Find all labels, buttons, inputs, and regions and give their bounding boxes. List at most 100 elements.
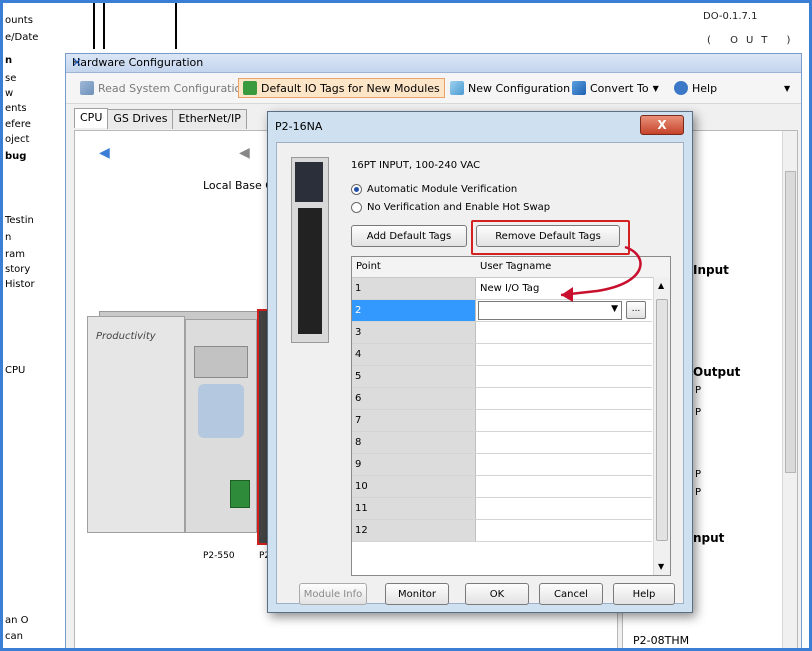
tab-ethernet-ip[interactable]: EtherNet/IP [172,109,247,129]
read-system-label: Read System Configuration [98,81,249,95]
cancel-button[interactable]: Cancel [539,583,603,605]
scrollbar-thumb[interactable] [785,171,796,473]
bg-left-item: ram [5,249,25,260]
chevron-down-icon[interactable]: ▼ [611,304,618,314]
dialog-body: 16PT INPUT, 100-240 VAC Automatic Module… [276,142,684,605]
convert-icon [572,81,586,95]
bg-left-item: w [5,88,14,99]
ladder-rail [175,3,177,49]
table-row[interactable]: 1 New I/O Tag [352,278,652,300]
cpu-module[interactable] [185,319,257,533]
bg-left-item: se [5,73,17,84]
table-row[interactable]: 7 [352,410,652,432]
scroll-down-icon[interactable]: ▼ [658,562,664,571]
point-cell: 2 [352,300,476,321]
ok-button[interactable]: OK [465,583,529,605]
tagname-cell[interactable] [478,498,650,519]
col-point-header: Point [356,261,381,272]
tagname-cell[interactable] [478,476,650,497]
module-info-button[interactable]: Module Info [299,583,367,605]
radio-no-verify[interactable]: No Verification and Enable Hot Swap [351,202,550,213]
table-row[interactable]: 11 [352,498,652,520]
point-cell: 11 [352,498,476,519]
green-connector [230,480,250,508]
input-group-label: Input [693,263,729,277]
new-configuration-button[interactable]: New Configuration [450,79,570,97]
module-image [291,157,329,343]
hw-close-button[interactable]: × [72,55,793,69]
ladder-rail [103,3,105,49]
module-item[interactable]: P [695,487,701,498]
tagname-cell[interactable] [478,520,650,541]
module-item[interactable]: P [695,407,701,418]
scrollbar-thumb[interactable] [656,299,668,541]
module-item-p2-08thm[interactable]: P2-08THM [633,634,689,647]
point-cell: 6 [352,388,476,409]
background-ladder-area: DO-0.1.7.1 ( OUT ) [63,3,809,49]
hw-toolbar: Read System Configuration Default IO Tag… [66,73,801,104]
convert-to-button[interactable]: Convert To ▼ [572,79,659,97]
module-terminal-block [298,208,322,334]
table-row[interactable]: 3 [352,322,652,344]
new-config-label: New Configuration [468,81,571,95]
power-supply-module[interactable]: Productivity [87,316,185,533]
module-config-dialog: P2-16NA X 16PT INPUT, 100-240 VAC Automa… [267,111,693,613]
tagname-cell[interactable] [478,344,650,365]
arrow-left-icon[interactable]: ◀ [239,145,250,161]
tagname-cell[interactable] [478,366,650,387]
tagname-cell[interactable] [478,410,650,431]
radio-selected-icon [351,184,362,195]
output-group-label: Output [693,365,741,379]
tagname-cell[interactable]: New I/O Tag [478,278,650,299]
bg-left-item: oject [5,134,30,145]
bg-left-item: can [5,631,23,642]
tagname-cell[interactable] [478,322,650,343]
table-row[interactable]: 8 [352,432,652,454]
grid-scrollbar[interactable]: ▲ ▼ [653,277,670,575]
default-io-tags-button[interactable]: Default IO Tags for New Modules [238,78,445,98]
table-row[interactable]: 4 [352,344,652,366]
table-row[interactable]: 6 [352,388,652,410]
module-item[interactable]: P [695,385,701,396]
tab-gs-drives[interactable]: GS Drives [107,109,174,129]
toolbar-overflow-icon[interactable]: ▼ [784,79,790,97]
point-cell: 3 [352,322,476,343]
help-button-dialog[interactable]: Help [613,583,675,605]
help-button[interactable]: Help [674,79,717,97]
bg-left-item: story [5,264,31,275]
point-cell: 10 [352,476,476,497]
arrow-left-icon[interactable]: ◀ [99,145,110,161]
module-description: 16PT INPUT, 100-240 VAC [351,160,481,171]
bg-left-item: e/Date [5,32,39,43]
chevron-down-icon: ▼ [652,83,659,93]
default-io-label: Default IO Tags for New Modules [261,81,440,95]
module-label: P2-550 [203,551,235,561]
radio-unselected-icon [351,202,362,213]
dialog-close-button[interactable]: X [640,115,684,135]
add-default-tags-button[interactable]: Add Default Tags [351,225,467,247]
bg-left-item: n [5,55,13,66]
remove-default-tags-button[interactable]: Remove Default Tags [476,225,620,247]
browse-ellipsis-button[interactable]: ... [626,301,646,319]
point-cell: 12 [352,520,476,541]
read-system-icon [80,81,94,95]
bg-output-coil: ( OUT ) [707,35,799,46]
table-row[interactable]: 9 [352,454,652,476]
table-row[interactable]: 10 [352,476,652,498]
module-item[interactable]: P [695,469,701,480]
right-panel-scrollbar[interactable] [782,131,797,648]
table-row[interactable]: 12 [352,520,652,542]
monitor-button[interactable]: Monitor [385,583,449,605]
table-row[interactable]: 5 [352,366,652,388]
tagname-combobox[interactable]: ▼ [478,301,622,320]
radio-auto-verify[interactable]: Automatic Module Verification [351,184,517,195]
dialog-title-bar: P2-16NA X [268,112,692,140]
hw-title-bar: Hardware Configuration × [66,54,801,73]
table-row-selected[interactable]: 2 ▼ ... [352,300,652,322]
tagname-cell[interactable] [478,432,650,453]
tab-cpu[interactable]: CPU [74,108,109,128]
read-system-config-button[interactable]: Read System Configuration [80,79,248,97]
scroll-up-icon[interactable]: ▲ [658,281,664,290]
tagname-cell[interactable] [478,454,650,475]
tagname-cell[interactable] [478,388,650,409]
